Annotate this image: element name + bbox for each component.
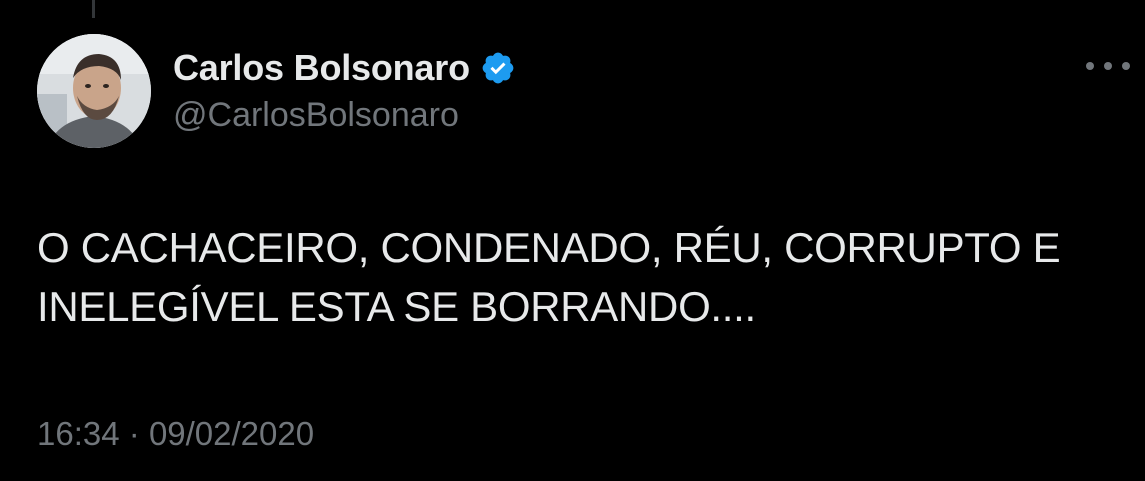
tweet-date: 09/02/2020	[148, 415, 315, 452]
verified-badge-icon	[480, 50, 516, 86]
more-options-icon[interactable]	[1086, 58, 1130, 74]
tweet-time: 16:34	[37, 415, 120, 452]
avatar[interactable]	[37, 34, 151, 148]
tweet-timestamp[interactable]: 16:34 · 09/02/2020	[37, 415, 314, 453]
more-dot	[1086, 62, 1094, 70]
meta-separator: ·	[128, 415, 140, 452]
avatar-image	[37, 34, 151, 148]
more-dot	[1104, 62, 1112, 70]
thread-connector-line	[92, 0, 95, 18]
author-display-name[interactable]: Carlos Bolsonaro	[173, 47, 470, 89]
author-handle[interactable]: @CarlosBolsonaro	[173, 96, 459, 135]
more-dot	[1122, 62, 1130, 70]
tweet-text: O CACHACEIRO, CONDENADO, RÉU, CORRUPTO E…	[37, 224, 1061, 330]
author-name-row: Carlos Bolsonaro	[173, 46, 516, 90]
